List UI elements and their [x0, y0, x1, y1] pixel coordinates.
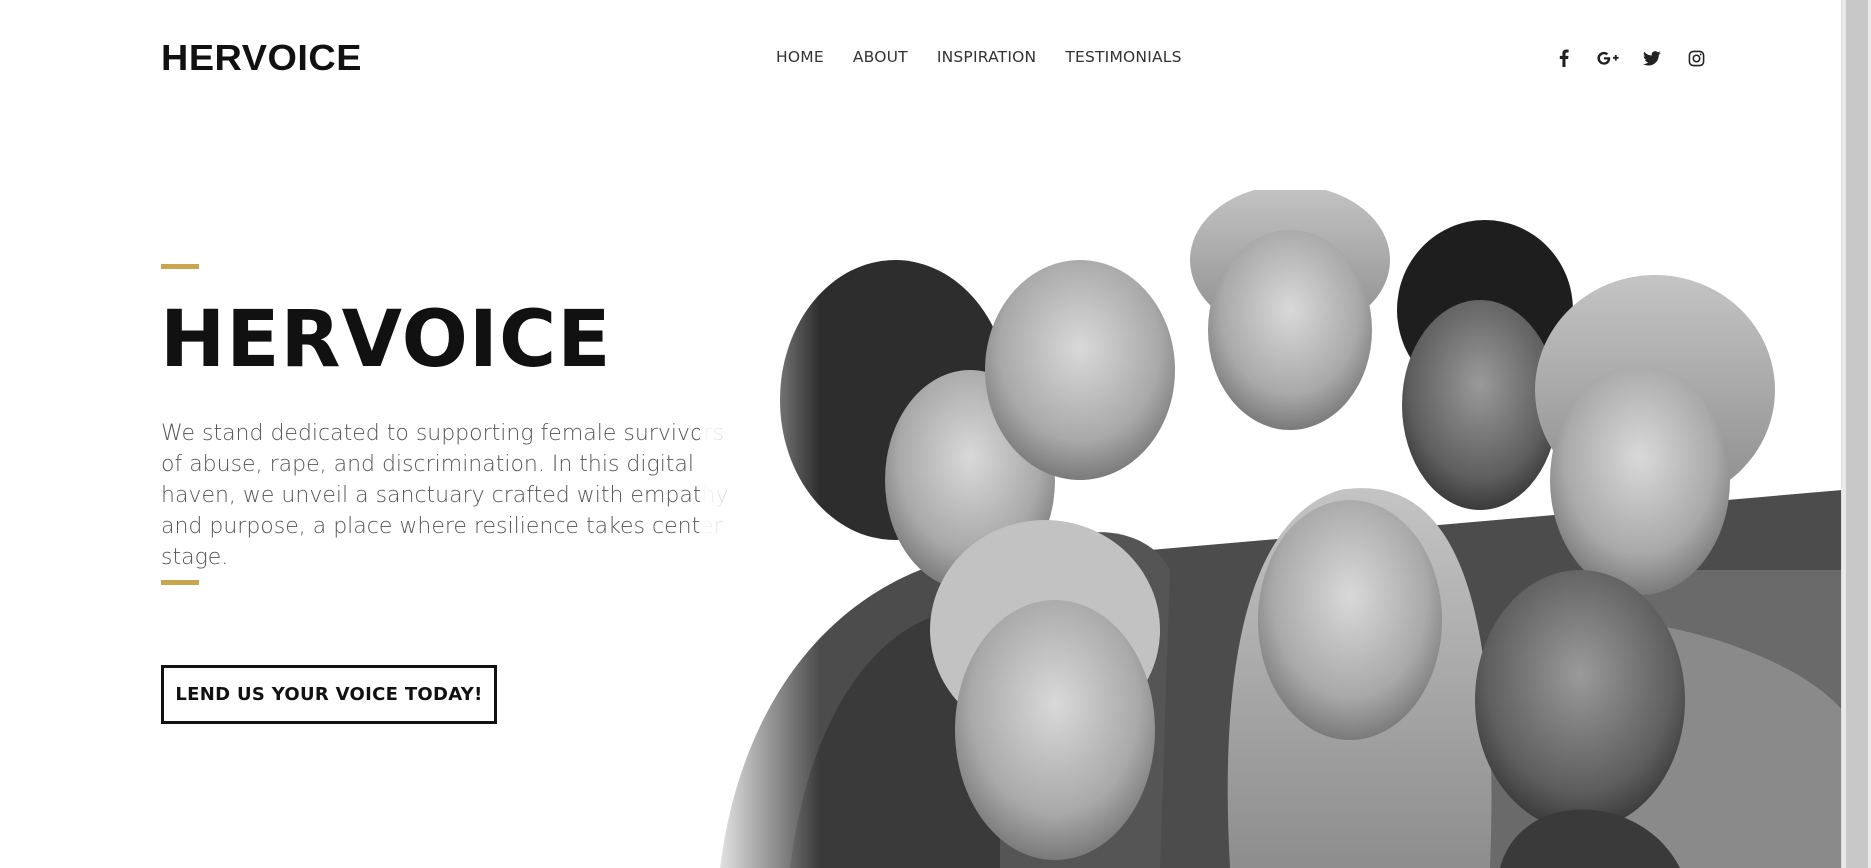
- facebook-icon[interactable]: [1553, 47, 1575, 69]
- social-links: [1553, 47, 1729, 69]
- accent-bar-bottom: [161, 580, 199, 585]
- hero-group-photo: [700, 190, 1842, 868]
- accent-bar-top: [161, 264, 199, 269]
- hero-title: HERVOICE: [160, 295, 612, 385]
- hero-description: We stand dedicated to supporting female …: [161, 421, 729, 570]
- nav-item-inspiration[interactable]: INSPIRATION: [937, 48, 1037, 66]
- nav-item-about[interactable]: ABOUT: [853, 48, 908, 66]
- page-scrollbar[interactable]: [1841, 0, 1871, 868]
- google-plus-icon[interactable]: [1597, 47, 1619, 69]
- site-logo[interactable]: HERVOICE: [161, 36, 362, 80]
- nav-item-testimonials[interactable]: TESTIMONIALS: [1065, 48, 1181, 66]
- lend-voice-button[interactable]: LEND US YOUR VOICE TODAY!: [161, 665, 497, 724]
- scrollbar-thumb[interactable]: [1846, 0, 1868, 868]
- nav-item-home[interactable]: HOME: [776, 48, 824, 66]
- instagram-icon[interactable]: [1685, 47, 1707, 69]
- twitter-icon[interactable]: [1641, 47, 1663, 69]
- main-nav: HOME ABOUT INSPIRATION TESTIMONIALS: [776, 48, 1211, 66]
